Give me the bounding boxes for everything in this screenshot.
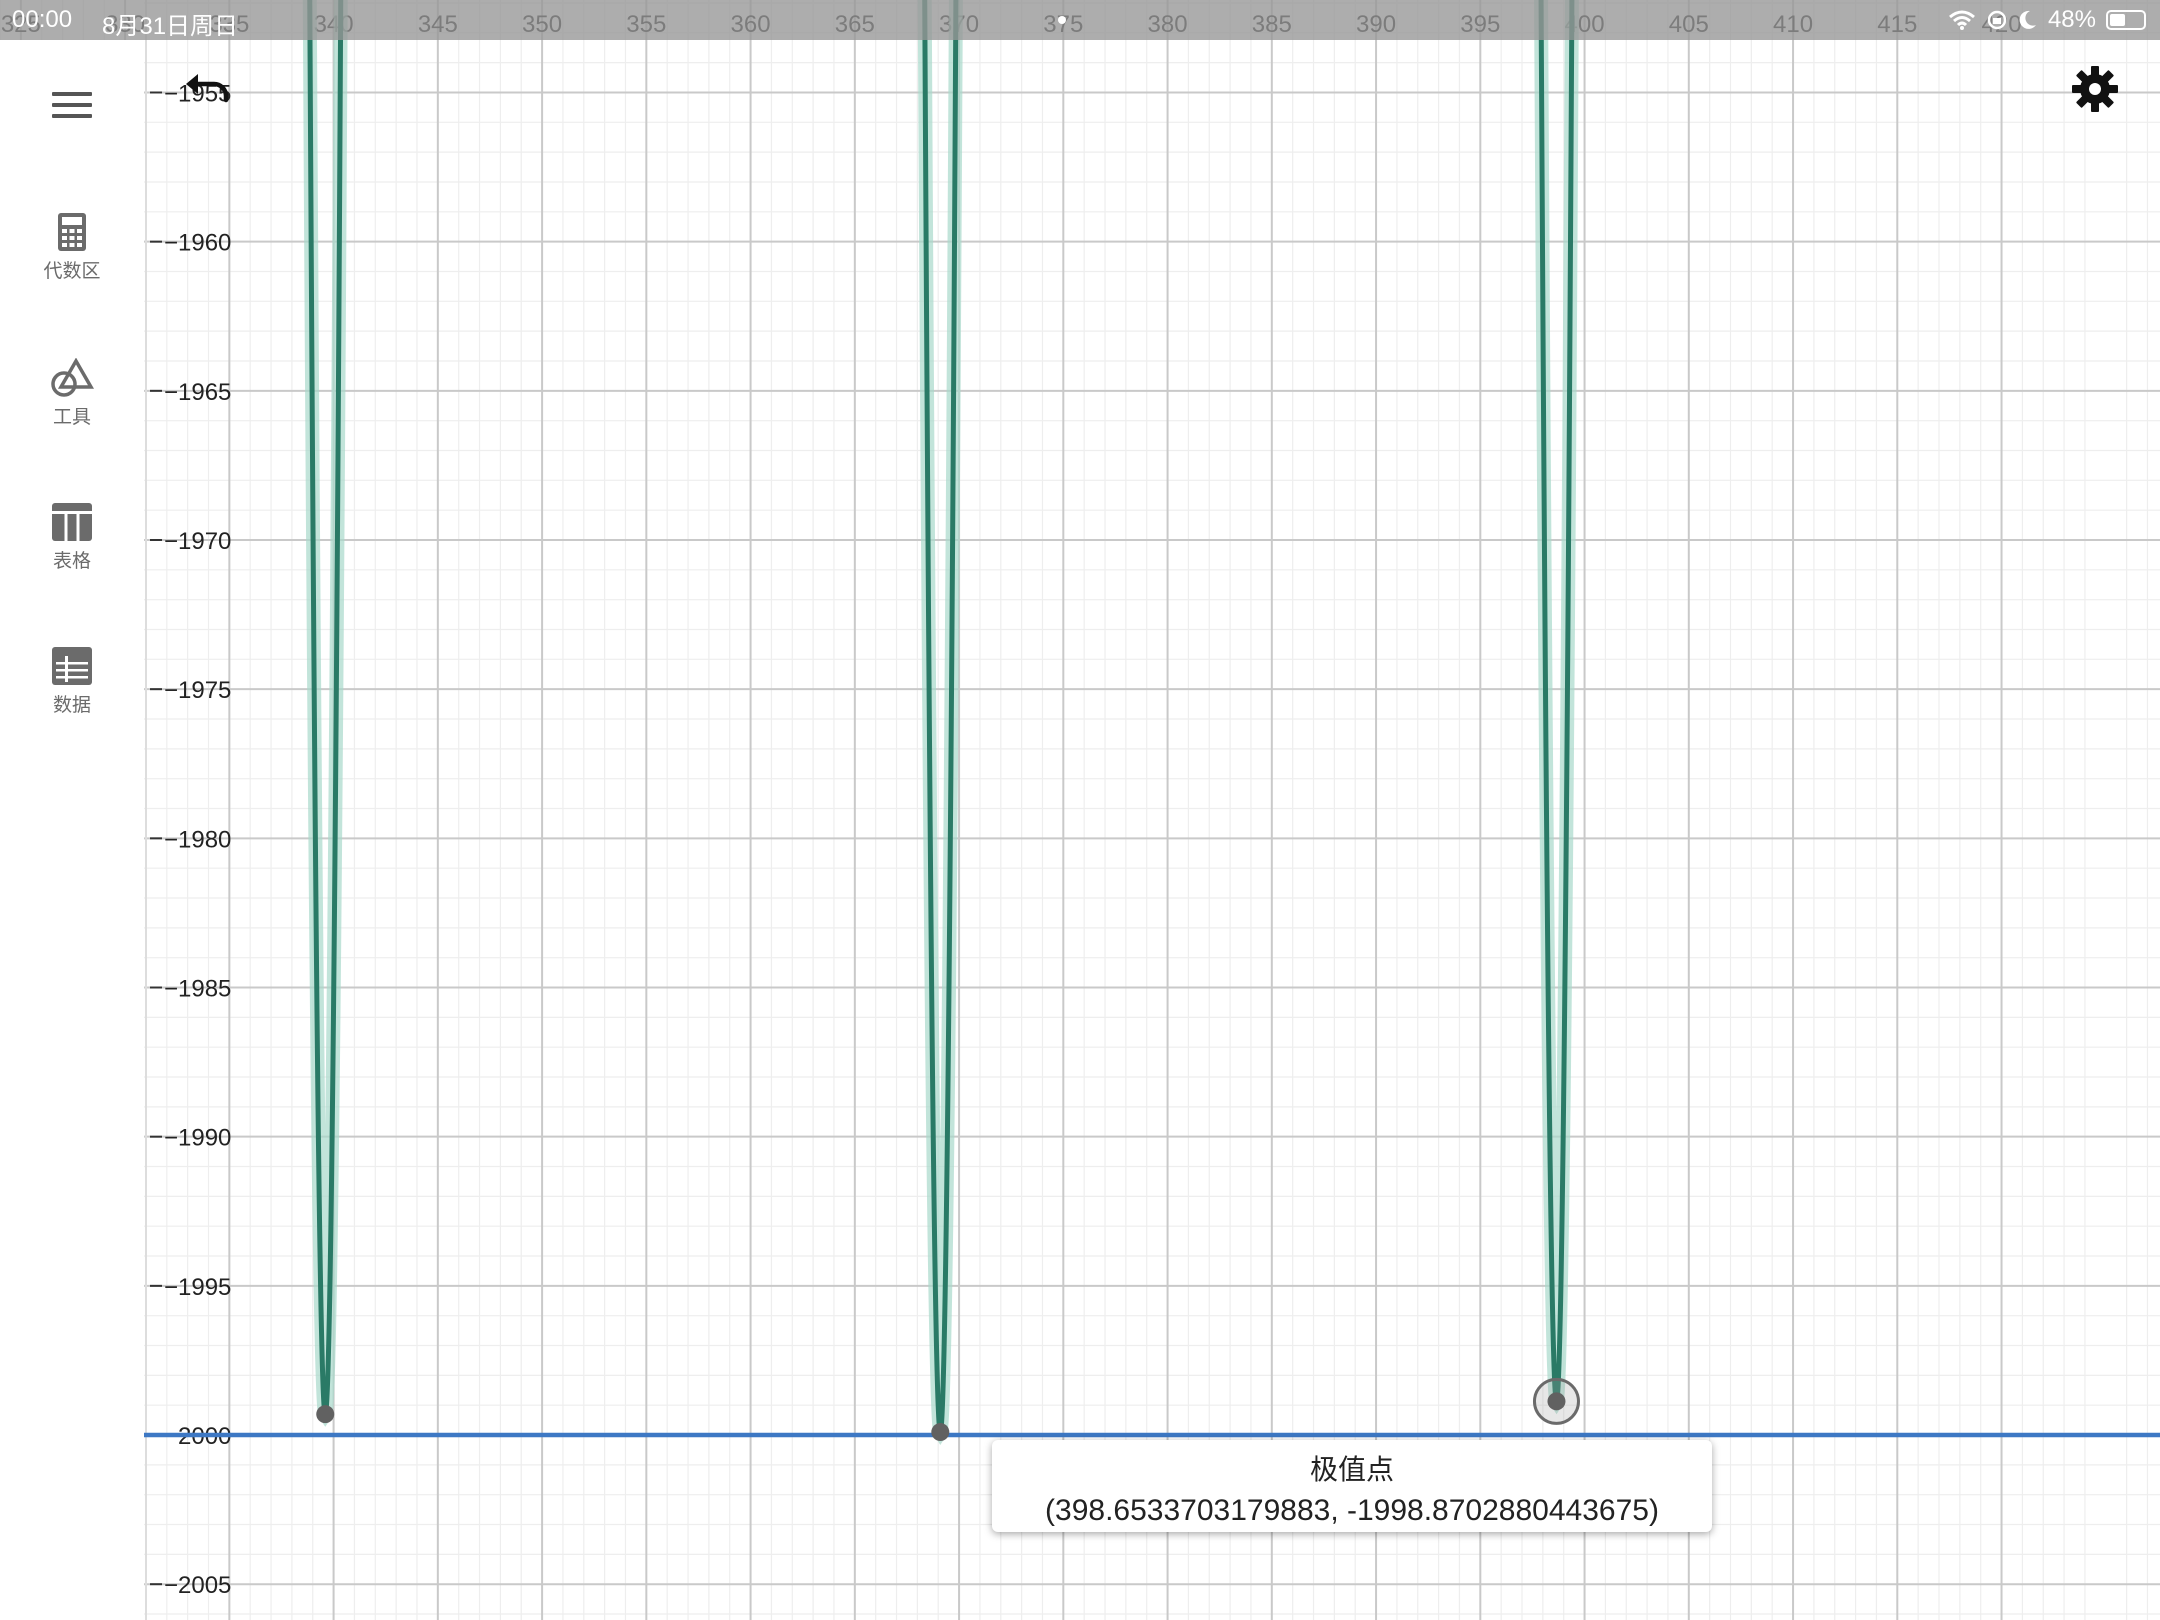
- plots: [144, 0, 2160, 1445]
- y-axis-ticks: −1955−1960−1965−1970−1975−1980−1985−1990…: [150, 80, 231, 1599]
- status-date: 8月31日周日: [102, 13, 239, 40]
- rotation-lock-icon: [1987, 10, 2007, 30]
- extremum-point[interactable]: [931, 1423, 950, 1442]
- extremum-point[interactable]: [316, 1405, 335, 1424]
- shapes-icon: [51, 358, 94, 397]
- status-time: 00:00: [12, 6, 73, 33]
- status-icons: 48%: [1948, 6, 2146, 34]
- sidebar-item-label: 工具: [52, 407, 91, 428]
- sidebar-item-label: 数据: [52, 695, 91, 716]
- y-tick-label: −1985: [164, 976, 231, 1003]
- tooltip-coordinates: (398.6533703179883, -1998.8702880443675): [1045, 1494, 1659, 1527]
- tooltip-title: 极值点: [1309, 1454, 1394, 1485]
- spreadsheet-icon: [52, 647, 92, 685]
- battery-fill: [2110, 14, 2126, 26]
- undo-button[interactable]: [182, 70, 234, 110]
- calculator-icon: [58, 213, 86, 251]
- y-tick-label: −1975: [164, 677, 231, 704]
- moon-icon: [2019, 10, 2036, 29]
- undo-icon: [186, 74, 229, 103]
- wifi-icon: [1948, 10, 1975, 30]
- battery-percent: 48%: [2047, 6, 2096, 33]
- y-tick-label: −1995: [164, 1274, 231, 1301]
- sidebar-item-table[interactable]: 表格: [0, 502, 144, 598]
- sidebar-item-algebra[interactable]: 代数区: [0, 212, 144, 308]
- y-tick-label: −1965: [164, 379, 231, 406]
- menu-button[interactable]: [52, 92, 92, 122]
- sidebar: 代数区 工具 表格 数据: [0, 40, 144, 1620]
- graphing-app: −1955 −1960 −1965 −1970 −1975 −1980 −1985 −1990…: [0, 0, 2160, 1620]
- sidebar-item-label: 代数区: [43, 261, 101, 282]
- y-tick-label: −1960: [164, 230, 231, 257]
- y-tick-label: −1990: [164, 1125, 231, 1152]
- gear-icon: [2072, 66, 2118, 112]
- extremum-point[interactable]: [1547, 1392, 1566, 1411]
- status-bar: 00:00 8月31日周日 48%: [0, 0, 2160, 40]
- y-tick-label: −1980: [164, 826, 231, 853]
- y-tick-label: −1970: [164, 528, 231, 555]
- sidebar-item-tools[interactable]: 工具: [0, 358, 144, 454]
- sidebar-item-label: 表格: [52, 551, 91, 572]
- graph-canvas[interactable]: −1955−1960−1965−1970−1975−1980−1985−1990…: [0, 0, 2160, 1620]
- table-icon: [52, 503, 92, 541]
- settings-button[interactable]: [2070, 64, 2120, 114]
- sidebar-item-data[interactable]: 数据: [0, 646, 144, 742]
- extremum-tooltip: 极值点 (398.6533703179883, -1998.8702880443…: [992, 1440, 1712, 1532]
- y-tick-label: −2005: [164, 1572, 231, 1599]
- multitask-dot[interactable]: [1058, 16, 1066, 24]
- battery-icon: [2106, 10, 2146, 30]
